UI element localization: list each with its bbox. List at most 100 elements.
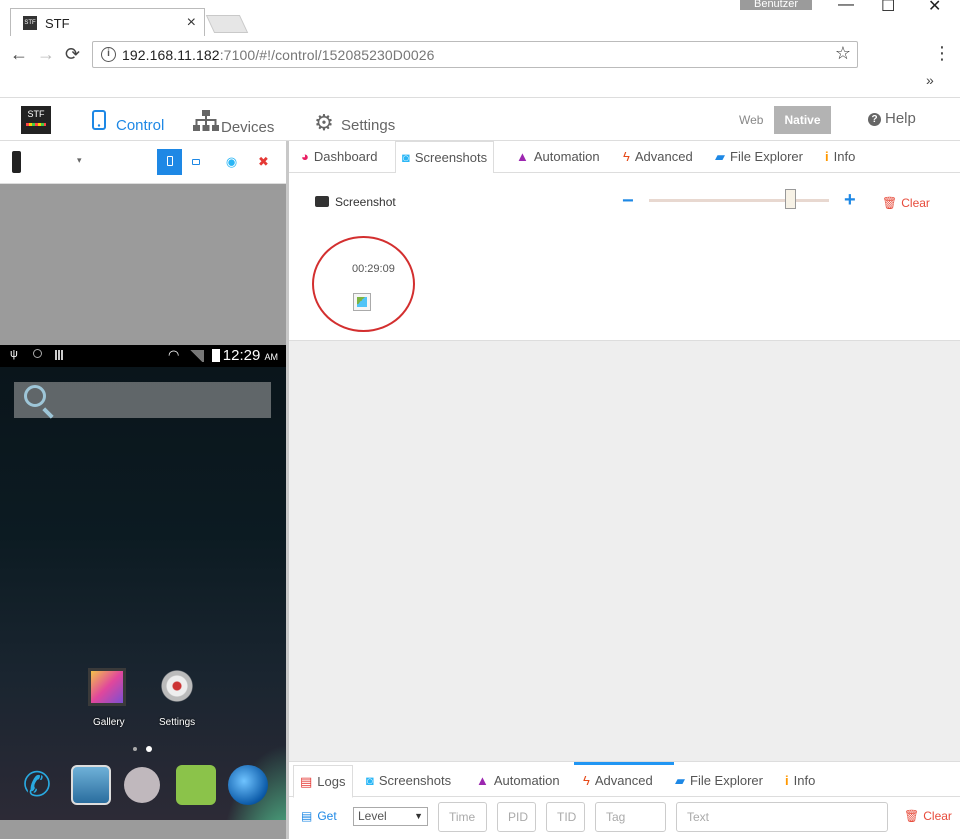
- tab-automation[interactable]: ▲ Automation: [510, 141, 606, 173]
- tab-info-label: Info: [833, 149, 856, 164]
- messaging-icon[interactable]: [176, 765, 216, 805]
- tab-bottom-automation[interactable]: ▲ Automation: [470, 765, 566, 797]
- nav-control[interactable]: Control: [88, 110, 164, 135]
- window-restore-button[interactable]: ☐: [881, 0, 895, 16]
- gallery-app-label: Gallery: [93, 717, 125, 728]
- tab-logs[interactable]: ▤ Logs: [293, 765, 353, 798]
- nav-devices[interactable]: Devices: [193, 110, 274, 137]
- eye-button[interactable]: ◉: [219, 149, 244, 175]
- gallery-app-icon[interactable]: [88, 668, 126, 706]
- bolt-icon: ϟ: [623, 149, 630, 164]
- tab-file-explorer[interactable]: ▰ File Explorer: [709, 141, 809, 173]
- reload-button[interactable]: ⟳: [65, 44, 80, 65]
- usb-icon: ψ: [10, 348, 18, 360]
- info-icon[interactable]: i: [101, 47, 116, 62]
- status-clock: 12:29 AM: [223, 347, 278, 364]
- info-icon: i: [785, 773, 789, 788]
- annotation-circle: [312, 236, 415, 332]
- sitemap-icon: [193, 110, 219, 137]
- forward-button[interactable]: →: [37, 44, 55, 65]
- tab-bottom-automation-label: Automation: [493, 773, 560, 788]
- url-text[interactable]: 192.168.11.182:7100/#!/control/152085230…: [122, 47, 435, 63]
- browser-globe-icon[interactable]: [228, 765, 268, 805]
- portrait-icon: [166, 156, 173, 166]
- tab-bottom-file-explorer[interactable]: ▰ File Explorer: [669, 765, 769, 797]
- native-toggle[interactable]: Native: [774, 106, 831, 134]
- time-filter-input[interactable]: Time: [438, 802, 487, 832]
- settings-app-label: Settings: [159, 717, 196, 728]
- eye-icon: ◉: [225, 154, 238, 169]
- bookmarks-overflow-icon[interactable]: »: [926, 72, 934, 88]
- device-screen-padding-bottom: [0, 820, 286, 839]
- window-minimize-button[interactable]: —: [838, 0, 854, 14]
- bolt-icon: ϟ: [583, 773, 590, 788]
- tab-advanced[interactable]: ϟ Advanced: [617, 141, 699, 173]
- tab-file-explorer-label: File Explorer: [730, 149, 803, 164]
- portrait-button[interactable]: [157, 149, 182, 175]
- tab-advanced-label: Advanced: [634, 149, 693, 164]
- zoom-slider-handle[interactable]: [785, 189, 796, 209]
- take-screenshot-button[interactable]: Screenshot: [315, 195, 396, 209]
- tid-filter-input[interactable]: TID: [546, 802, 585, 832]
- browser-menu-icon[interactable]: ⋮: [933, 43, 951, 64]
- tab-close-icon[interactable]: ×: [187, 14, 196, 32]
- pid-filter-input[interactable]: PID: [497, 802, 536, 832]
- stf-logo-text: STF: [27, 109, 45, 119]
- help-link[interactable]: ? Help: [868, 110, 916, 127]
- nav-control-label: Control: [116, 117, 165, 134]
- web-toggle[interactable]: Web: [739, 113, 763, 127]
- clear-logs-button[interactable]: 🗑 Clear: [904, 809, 952, 823]
- browser-tabstrip: STF STF × Benutzer — ☐ ✕: [0, 0, 960, 38]
- help-label: Help: [885, 110, 916, 127]
- page-dot-active: [146, 746, 152, 752]
- tab-automation-label: Automation: [533, 149, 600, 164]
- close-icon: ✖: [258, 154, 269, 169]
- screenshots-panel: Screenshot − + 🗑 Clear 00:29:09: [289, 173, 960, 341]
- window-close-button[interactable]: ✕: [928, 0, 941, 16]
- stf-favicon: STF: [23, 16, 37, 30]
- bookmark-star-icon[interactable]: ☆: [835, 43, 851, 64]
- take-screenshot-label: Screenshot: [335, 195, 396, 209]
- device-thumbnail-icon[interactable]: [12, 151, 21, 173]
- nav-settings[interactable]: ⚙ Settings: [313, 110, 395, 136]
- device-dropdown-caret[interactable]: ▾: [77, 155, 82, 166]
- tab-screenshots[interactable]: ◙ Screenshots: [395, 141, 495, 174]
- browser-tab[interactable]: STF STF ×: [10, 8, 205, 38]
- zoom-in-button[interactable]: +: [844, 189, 856, 212]
- tab-bottom-advanced[interactable]: ϟ Advanced: [577, 765, 659, 797]
- tab-dashboard[interactable]: ◕ Dashboard: [295, 141, 383, 173]
- zoom-out-button[interactable]: −: [622, 190, 634, 213]
- address-bar[interactable]: i 192.168.11.182:7100/#!/control/1520852…: [92, 41, 858, 68]
- contacts-icon[interactable]: [71, 765, 111, 805]
- clear-screenshots-button[interactable]: 🗑 Clear: [882, 196, 930, 210]
- device-bar: ▾ ◉ ✖: [0, 141, 286, 184]
- back-button[interactable]: ←: [10, 44, 28, 65]
- stf-logo[interactable]: STF: [21, 106, 51, 134]
- info-icon: i: [825, 149, 829, 164]
- app-drawer-icon[interactable]: [124, 767, 160, 803]
- settings-app-icon[interactable]: [158, 667, 196, 705]
- level-select[interactable]: Level ▼: [353, 807, 428, 826]
- google-search-bar[interactable]: [14, 382, 271, 418]
- tab-bottom-info[interactable]: i Info: [779, 765, 821, 797]
- landscape-button[interactable]: [183, 149, 208, 175]
- user-profile-button[interactable]: Benutzer: [740, 0, 812, 10]
- close-device-button[interactable]: ✖: [251, 149, 276, 175]
- text-filter-input[interactable]: Text: [676, 802, 888, 832]
- broken-image-icon: [357, 297, 367, 307]
- tab-bottom-screenshots[interactable]: ◙ Screenshots: [360, 765, 457, 797]
- phone-dialer-icon[interactable]: ✆: [17, 765, 57, 805]
- get-logs-label: Get: [317, 809, 337, 823]
- zoom-slider[interactable]: [649, 199, 829, 202]
- tab-info[interactable]: i Info: [819, 141, 861, 173]
- folder-open-icon: ▰: [715, 149, 725, 164]
- screenshot-thumbnail[interactable]: [353, 293, 371, 311]
- tag-filter-input[interactable]: Tag: [595, 802, 666, 832]
- get-logs-button[interactable]: ▤ Get: [301, 809, 337, 823]
- phone-icon: [88, 110, 110, 135]
- clear-screenshots-label: Clear: [901, 196, 930, 210]
- trash-icon: 🗑: [904, 809, 920, 823]
- device-screen[interactable]: ψ ◠ 12:29 AM Gallery Settings ✆: [0, 345, 286, 820]
- screenshot-time: 00:29:09: [352, 263, 395, 275]
- new-tab-button[interactable]: [205, 15, 249, 33]
